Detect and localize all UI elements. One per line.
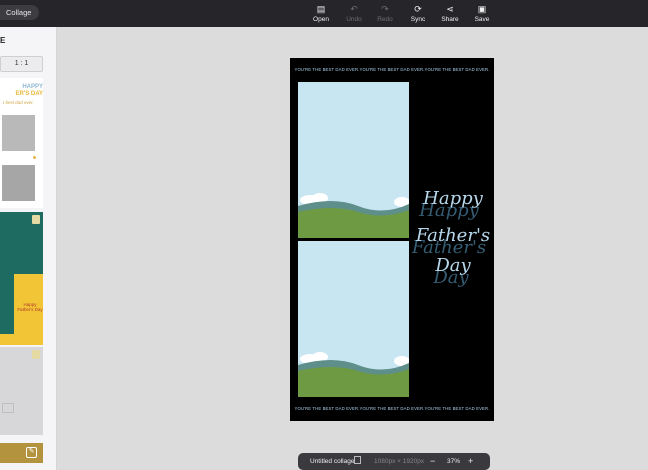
redo-icon: ↷	[381, 4, 389, 14]
landscape-placeholder-icon	[298, 193, 409, 238]
redo-label: Redo	[377, 16, 393, 23]
template-panel: E 1 : 1 HAPPY ER'S DAY t best dad ever. …	[0, 27, 57, 470]
save-button[interactable]: ▣ Save	[467, 3, 497, 25]
collage-tab[interactable]: Collage	[0, 5, 40, 20]
aspect-ratio-button[interactable]: 1 : 1	[0, 56, 43, 72]
save-icon: ▣	[477, 4, 487, 14]
premium-badge-icon	[32, 350, 40, 359]
canvas-dimensions: 1080px × 1920px	[374, 458, 425, 465]
template-thumbnail-1[interactable]: HAPPY ER'S DAY t best dad ever.	[0, 78, 43, 208]
zoom-level: 37%	[447, 458, 461, 465]
collage-canvas[interactable]: YOU'RE THE BEST DAD EVER.YOU'RE THE BEST…	[290, 58, 494, 421]
template-2-teal-strip	[0, 274, 14, 334]
template-thumbnail-2[interactable]: Happy Father's Day	[0, 212, 43, 345]
template-3-placeholder-icon	[2, 403, 14, 413]
template-1-photo-bottom	[2, 165, 35, 201]
top-toolbar: Collage ▤ Open ↶ Undo ↷ Redo ⟳ Sync ⋖ Sh…	[0, 0, 648, 27]
redo-button[interactable]: ↷ Redo	[370, 3, 400, 25]
share-label: Share	[441, 16, 459, 23]
open-icon: ▤	[316, 4, 326, 14]
document-title[interactable]: Untitled collage	[310, 457, 354, 466]
panel-heading: E	[0, 36, 6, 45]
sync-icon: ⟳	[414, 4, 422, 14]
script-text-day[interactable]: Day	[412, 256, 494, 276]
banner-text-bottom: YOU'RE THE BEST DAD EVER.YOU'RE THE BEST…	[294, 406, 490, 411]
banner-text-top: YOU'RE THE BEST DAD EVER.YOU'RE THE BEST…	[294, 67, 490, 72]
save-label: Save	[474, 16, 490, 23]
photo-frame-1[interactable]	[298, 82, 409, 238]
script-text-fathers[interactable]: Father's	[412, 226, 494, 246]
template-1-title-line1: HAPPY	[22, 84, 43, 90]
template-1-subtitle: t best dad ever.	[3, 100, 34, 105]
sync-label: Sync	[410, 16, 426, 23]
edit-icon: ✎	[26, 447, 37, 458]
open-button[interactable]: ▤ Open	[306, 3, 336, 25]
undo-button[interactable]: ↶ Undo	[339, 3, 369, 25]
zoom-out-button[interactable]: −	[430, 456, 435, 466]
sync-button[interactable]: ⟳ Sync	[403, 3, 433, 25]
premium-badge-icon	[32, 215, 40, 224]
landscape-placeholder-icon	[298, 352, 409, 397]
undo-icon: ↶	[350, 4, 358, 14]
template-2-caption: Happy Father's Day	[17, 302, 43, 312]
template-1-dot	[33, 156, 36, 159]
photo-frame-2[interactable]	[298, 241, 409, 397]
share-icon: ⋖	[446, 4, 454, 14]
template-1-title-line2: ER'S DAY	[15, 91, 43, 97]
status-bar: Untitled collage 1080px × 1920px − 37% +	[298, 453, 490, 470]
template-thumbnail-3[interactable]	[0, 347, 43, 435]
template-1-photo-top	[2, 115, 35, 151]
zoom-in-button[interactable]: +	[468, 456, 473, 466]
undo-label: Undo	[346, 16, 362, 23]
open-label: Open	[313, 16, 329, 23]
script-text-happy[interactable]: Happy	[412, 189, 494, 209]
rename-icon[interactable]	[354, 456, 361, 464]
share-button[interactable]: ⋖ Share	[435, 3, 465, 25]
template-thumbnail-4[interactable]: ✎	[0, 443, 43, 463]
